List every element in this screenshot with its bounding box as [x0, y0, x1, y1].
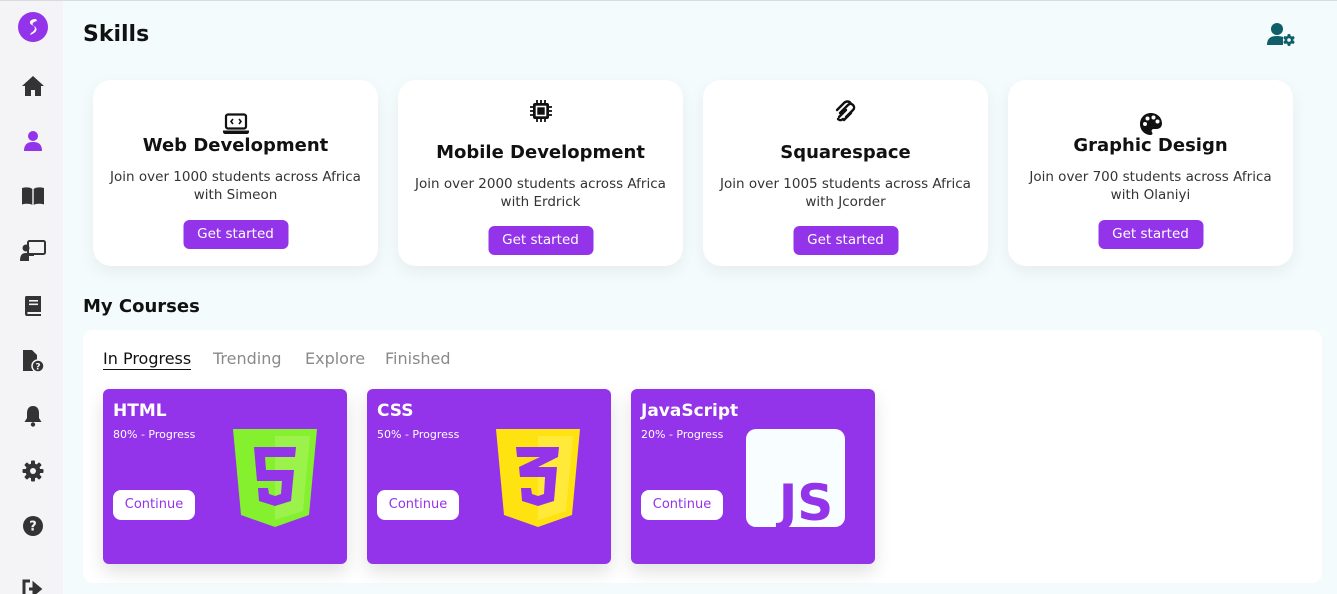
get-started-button[interactable]: Get started	[1098, 220, 1203, 249]
svg-text:?: ?	[29, 520, 37, 535]
home-icon	[22, 76, 44, 96]
account-settings-button[interactable]	[1267, 22, 1297, 48]
get-started-button[interactable]: Get started	[183, 220, 288, 249]
skill-title: Squarespace	[780, 142, 911, 163]
tab-in-progress[interactable]: In Progress	[103, 349, 192, 370]
sidebar-item-notifications[interactable]	[20, 403, 46, 429]
html5-logo-icon	[233, 429, 317, 527]
chip-icon	[398, 99, 683, 123]
get-started-button[interactable]: Get started	[488, 226, 593, 255]
sidebar-item-books[interactable]	[20, 293, 46, 319]
sidebar: ? ?	[0, 1, 63, 594]
course-name: HTML	[113, 401, 167, 421]
javascript-logo-icon: JS	[746, 429, 845, 527]
continue-button[interactable]: Continue	[377, 490, 459, 520]
tab-trending[interactable]: Trending	[213, 349, 282, 368]
laptop-code-icon	[93, 113, 378, 135]
skill-description: Join over 700 students across Africa wit…	[1029, 169, 1272, 203]
svg-text:JS: JS	[776, 474, 834, 527]
file-question-icon: ?	[23, 350, 45, 373]
skill-card-graphic-design: Graphic Design Join over 700 students ac…	[1008, 80, 1293, 266]
squarespace-icon	[703, 100, 988, 122]
my-courses-heading: My Courses	[83, 296, 200, 317]
course-progress: 80% - Progress	[113, 428, 196, 441]
course-card-css[interactable]: CSS 50% - Progress Continue	[367, 389, 611, 564]
skill-description: Join over 2000 students across Africa wi…	[415, 176, 666, 210]
course-card-html[interactable]: HTML 80% - Progress Continue	[103, 389, 347, 564]
continue-button[interactable]: Continue	[113, 490, 195, 520]
course-name: JavaScript	[641, 401, 739, 421]
palette-icon	[1008, 112, 1293, 136]
sidebar-item-home[interactable]	[20, 73, 46, 99]
skill-card-web-development: Web Development Join over 1000 students …	[93, 80, 378, 266]
course-progress: 20% - Progress	[641, 428, 724, 441]
css3-logo-icon	[496, 429, 580, 527]
logo-s-icon	[29, 19, 37, 35]
user-icon	[24, 131, 42, 151]
skill-title: Mobile Development	[436, 142, 645, 163]
book-open-icon	[22, 187, 44, 205]
tab-explore[interactable]: Explore	[305, 349, 365, 368]
sidebar-item-logout[interactable]	[20, 576, 46, 594]
top-border	[0, 0, 1337, 1]
skill-card-mobile-development: Mobile Development Join over 2000 studen…	[398, 80, 683, 266]
bell-icon	[24, 406, 42, 427]
sidebar-item-quiz[interactable]: ?	[20, 348, 46, 374]
course-name: CSS	[377, 401, 414, 421]
svg-text:?: ?	[35, 363, 40, 373]
book-icon	[25, 296, 41, 316]
skill-description: Join over 1000 students across Africa wi…	[110, 169, 361, 203]
sidebar-item-help[interactable]: ?	[20, 513, 46, 539]
chalkboard-teacher-icon	[20, 240, 46, 261]
logout-icon	[22, 579, 43, 594]
question-circle-icon: ?	[23, 516, 43, 536]
skill-card-squarespace: Squarespace Join over 1005 students acro…	[703, 80, 988, 266]
app-logo[interactable]	[18, 12, 48, 42]
sidebar-item-settings[interactable]	[20, 458, 46, 484]
sidebar-item-library[interactable]	[20, 183, 46, 209]
get-started-button[interactable]: Get started	[793, 226, 898, 255]
gear-icon	[22, 460, 44, 482]
sidebar-item-classes[interactable]	[20, 238, 46, 264]
skill-title: Graphic Design	[1073, 135, 1228, 156]
course-progress: 50% - Progress	[377, 428, 460, 441]
skill-title: Web Development	[142, 135, 329, 156]
sidebar-item-profile[interactable]	[20, 128, 46, 154]
tab-finished[interactable]: Finished	[385, 349, 451, 368]
course-card-javascript[interactable]: JavaScript 20% - Progress Continue JS	[631, 389, 875, 564]
continue-button[interactable]: Continue	[641, 490, 723, 520]
skill-description: Join over 1005 students across Africa wi…	[720, 176, 971, 210]
page-title: Skills	[83, 22, 150, 47]
user-gear-icon	[1267, 23, 1295, 46]
